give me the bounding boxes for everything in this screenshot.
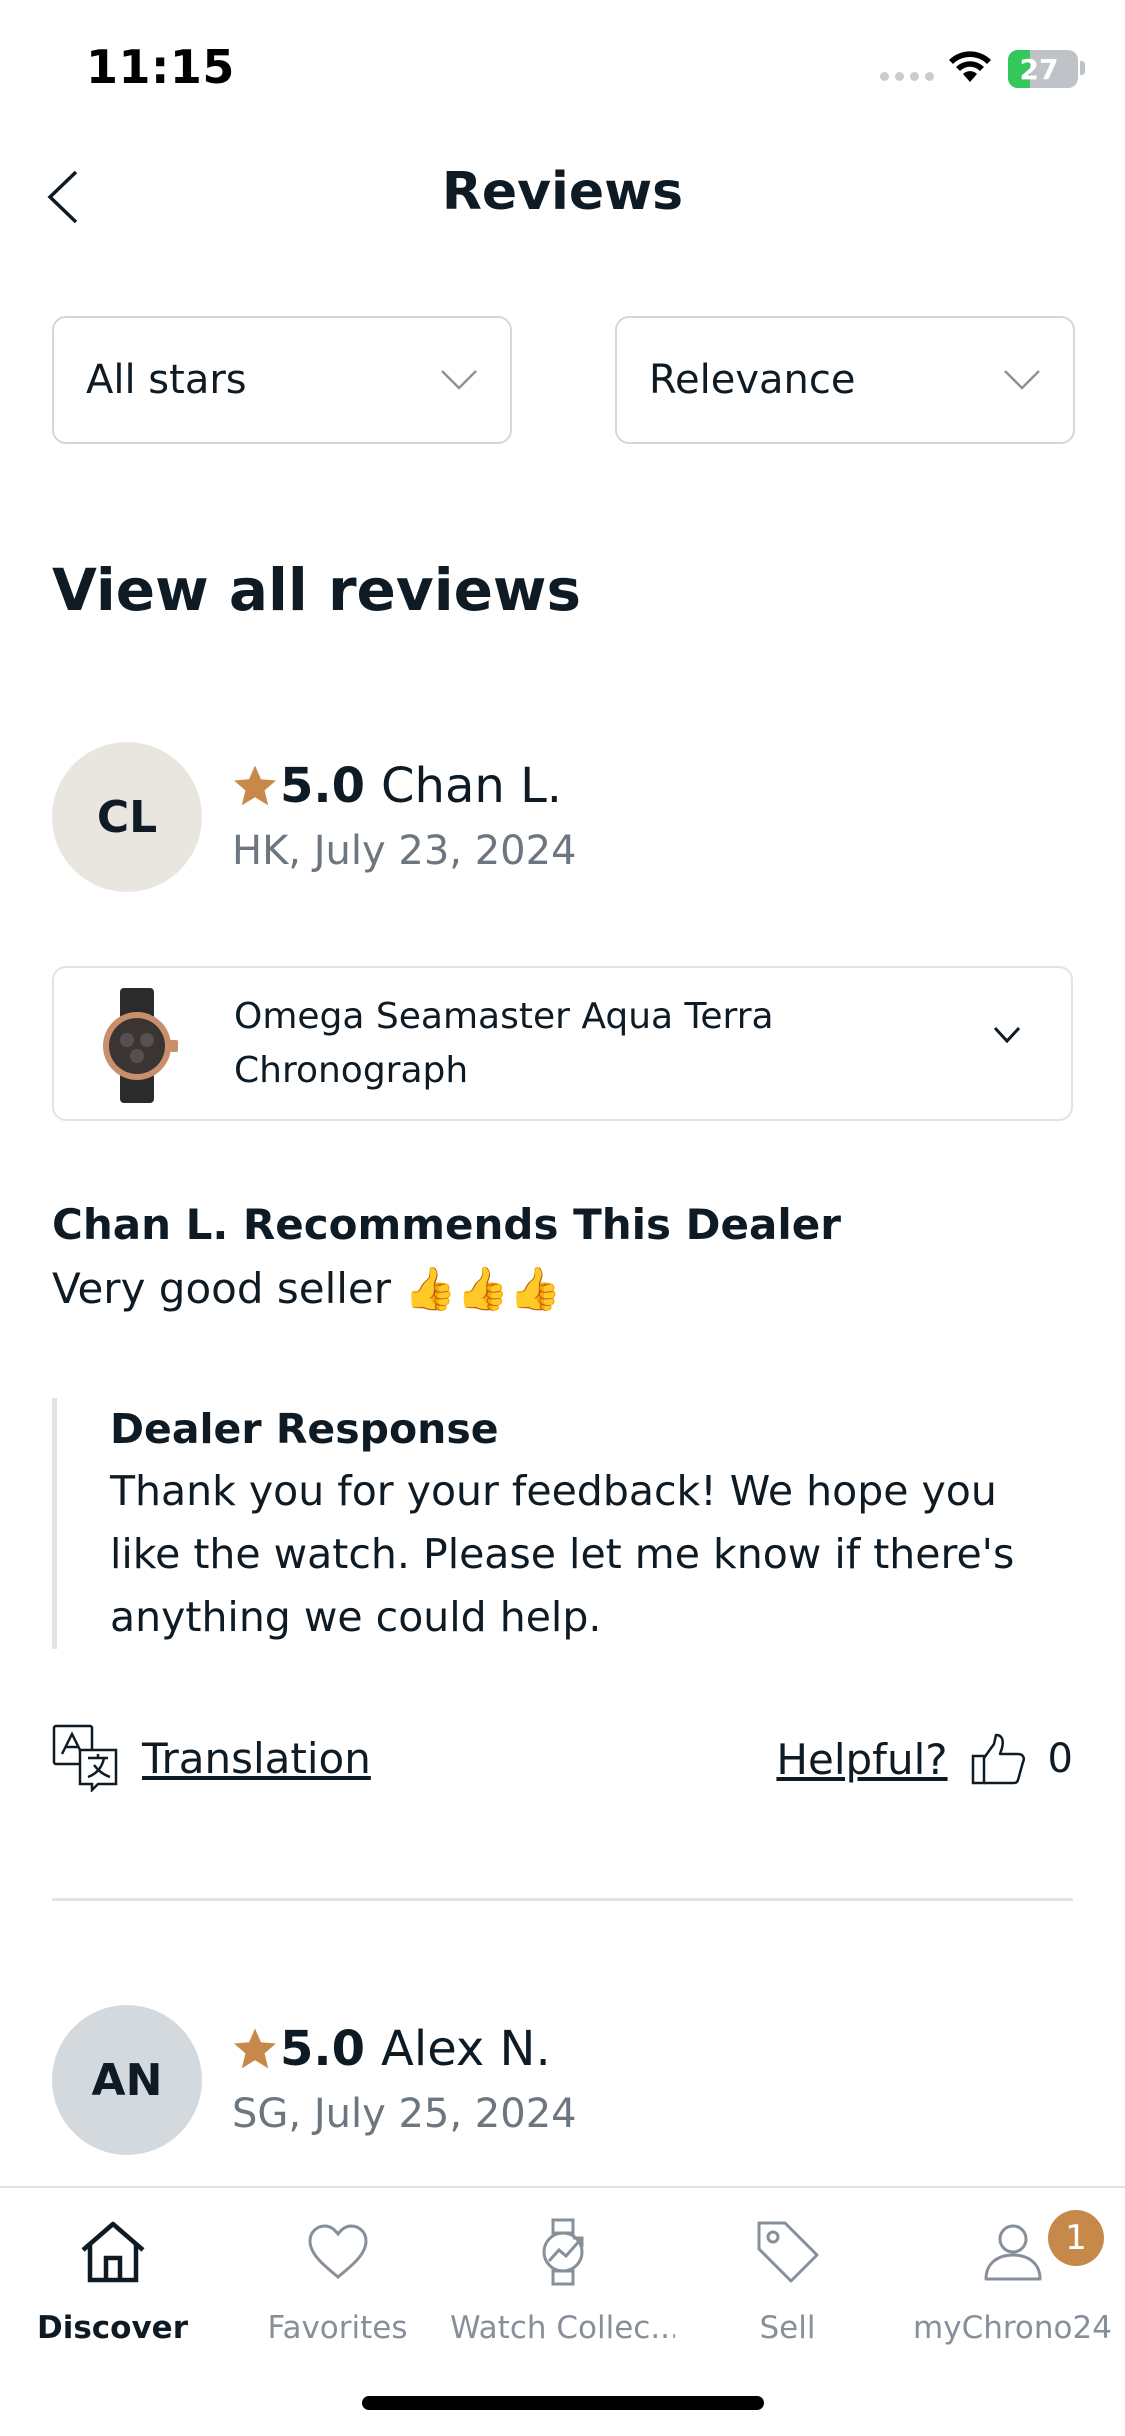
sort-dropdown[interactable]: Relevance (615, 316, 1075, 444)
home-icon (81, 2221, 144, 2283)
avatar: AN (52, 2005, 202, 2155)
product-name-line2: Chronograph (234, 1050, 469, 1091)
product-name: Omega Seamaster Aqua Terra Chronograph (234, 990, 934, 1098)
translation-label: Translation (142, 1733, 371, 1783)
user-icon (984, 2224, 1041, 2281)
review-text: Very good seller 👍👍👍 (52, 1264, 562, 1313)
dealer-response-title: Dealer Response (110, 1405, 499, 1453)
section-title: View all reviews (52, 556, 582, 624)
helpful-link[interactable]: Helpful? (776, 1735, 947, 1784)
star-filter-dropdown[interactable]: All stars (52, 316, 512, 444)
chevron-down-icon (993, 1026, 1021, 1044)
review-rating-line: 5.0 Alex N. (232, 2021, 551, 2077)
tab-label: myChrono24 (913, 2310, 1112, 2346)
tab-favorites[interactable]: Favorites (225, 2210, 450, 2346)
recommendation-heading: Chan L. Recommends This Dealer (52, 1200, 841, 1249)
chevron-left-icon (47, 170, 78, 224)
watch-chart-icon (542, 2218, 583, 2286)
battery-cap (1080, 61, 1085, 75)
tab-label: Watch Collec... (450, 2310, 675, 2346)
reviewer-name: Chan L. (381, 758, 563, 814)
battery-icon: 27 (1008, 50, 1078, 88)
page-title: Reviews (441, 162, 684, 222)
review-rating-line: 5.0 Chan L. (232, 758, 562, 814)
translate-icon (52, 1724, 118, 1792)
tab-label: Sell (759, 2310, 816, 2346)
notification-badge: 1 (1048, 2210, 1104, 2266)
tab-mychrono24[interactable]: myChrono24 1 (900, 2210, 1125, 2346)
review-location-date: SG, July 25, 2024 (232, 2091, 577, 2137)
helpful-count: 0 (1047, 1736, 1073, 1782)
star-icon (233, 2028, 277, 2069)
chevron-down-icon (1004, 370, 1040, 390)
rating-value: 5.0 (280, 2021, 366, 2077)
reviewed-product-card[interactable]: Omega Seamaster Aqua Terra Chronograph (52, 966, 1073, 1121)
reviewer-name: Alex N. (381, 2021, 551, 2077)
tag-icon (757, 2221, 818, 2283)
tab-watch-collection[interactable]: Watch Collec... (450, 2210, 675, 2346)
dealer-response: Dealer Response Thank you for your feedb… (52, 1398, 1073, 1649)
avatar: CL (52, 742, 202, 892)
back-button[interactable] (38, 162, 88, 232)
watch-thumbnail (103, 988, 178, 1103)
cellular-signal-icon (880, 72, 934, 81)
status-time: 11:15 (86, 40, 235, 94)
tab-discover[interactable]: Discover (0, 2210, 225, 2346)
sort-label: Relevance (649, 357, 856, 403)
status-bar: 11:15 27 (0, 0, 1125, 130)
battery-level: 27 (1019, 53, 1059, 86)
tab-label: Favorites (267, 2310, 408, 2346)
home-indicator[interactable] (362, 2396, 764, 2410)
rating-value: 5.0 (280, 758, 366, 814)
star-icon (233, 765, 277, 806)
thumbs-up-icon[interactable] (970, 1732, 1026, 1786)
reviews-screen: 11:15 27 Reviews All stars Relevance Vie… (0, 0, 1125, 2436)
translation-link[interactable]: Translation (52, 1724, 371, 1792)
product-name-line1: Omega Seamaster Aqua Terra (234, 996, 774, 1037)
dealer-response-text: Thank you for your feedback! We hope you… (110, 1467, 1015, 1641)
review-location-date: HK, July 23, 2024 (232, 828, 577, 874)
review-divider (52, 1898, 1073, 1901)
tab-sell[interactable]: Sell (675, 2210, 900, 2346)
chevron-down-icon (441, 370, 477, 390)
wifi-icon (949, 51, 991, 82)
heart-icon (307, 2224, 368, 2279)
tab-label: Discover (36, 2310, 188, 2346)
star-filter-label: All stars (86, 357, 247, 403)
helpful-section: Helpful? 0 (776, 1732, 1073, 1786)
